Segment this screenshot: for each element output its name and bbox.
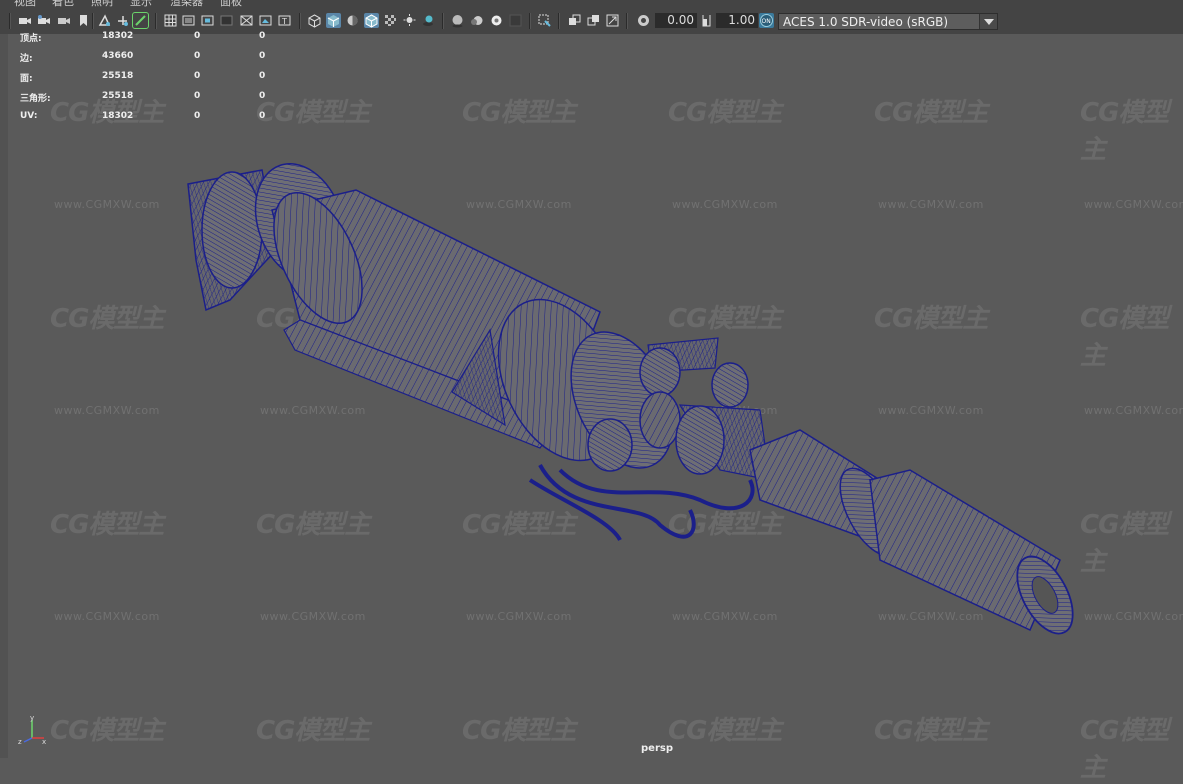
hud-value: 0 bbox=[194, 91, 201, 101]
hud-label: 面: bbox=[20, 74, 33, 84]
axis-x-label: x bbox=[42, 738, 46, 744]
hud-row-edges: 边: 43660 0 0 bbox=[20, 51, 280, 71]
hud-row-vertices: 顶点: 18302 0 0 bbox=[20, 31, 280, 51]
hud-label: UV: bbox=[20, 111, 38, 121]
cables bbox=[528, 464, 755, 542]
hud-value: 0 bbox=[259, 71, 266, 81]
hud-row-faces: 面: 25518 0 0 bbox=[20, 71, 280, 91]
hud-value: 18302 bbox=[102, 111, 134, 121]
poly-count-hud: 顶点: 18302 0 0 边: 43660 0 0 面: 25518 0 0 … bbox=[20, 31, 280, 131]
hud-value: 0 bbox=[259, 111, 266, 121]
hud-row-triangles: 三角形: 25518 0 0 bbox=[20, 91, 280, 111]
axis-z-label: z bbox=[18, 738, 22, 744]
hud-row-uvs: UV: 18302 0 0 bbox=[20, 111, 280, 131]
hud-value: 0 bbox=[259, 91, 266, 101]
hud-label: 顶点: bbox=[20, 34, 42, 44]
hud-value: 25518 bbox=[102, 71, 134, 81]
hud-value: 25518 bbox=[102, 91, 134, 101]
hud-value: 18302 bbox=[102, 31, 134, 41]
hud-value: 0 bbox=[259, 31, 266, 41]
hud-value: 0 bbox=[259, 51, 266, 61]
axis-y-label: y bbox=[30, 714, 34, 722]
hud-value: 0 bbox=[194, 31, 201, 41]
front-barrel bbox=[749, 429, 1074, 635]
view-axis-gizmo: y x z bbox=[14, 714, 48, 748]
camera-label: persp bbox=[641, 743, 673, 754]
hud-value: 0 bbox=[194, 51, 201, 61]
hud-value: 43660 bbox=[102, 51, 134, 61]
hud-value: 0 bbox=[194, 111, 201, 121]
hud-label: 三角形: bbox=[20, 94, 51, 104]
z-axis-line bbox=[23, 737, 33, 743]
hud-value: 0 bbox=[194, 71, 201, 81]
hud-label: 边: bbox=[20, 54, 33, 64]
